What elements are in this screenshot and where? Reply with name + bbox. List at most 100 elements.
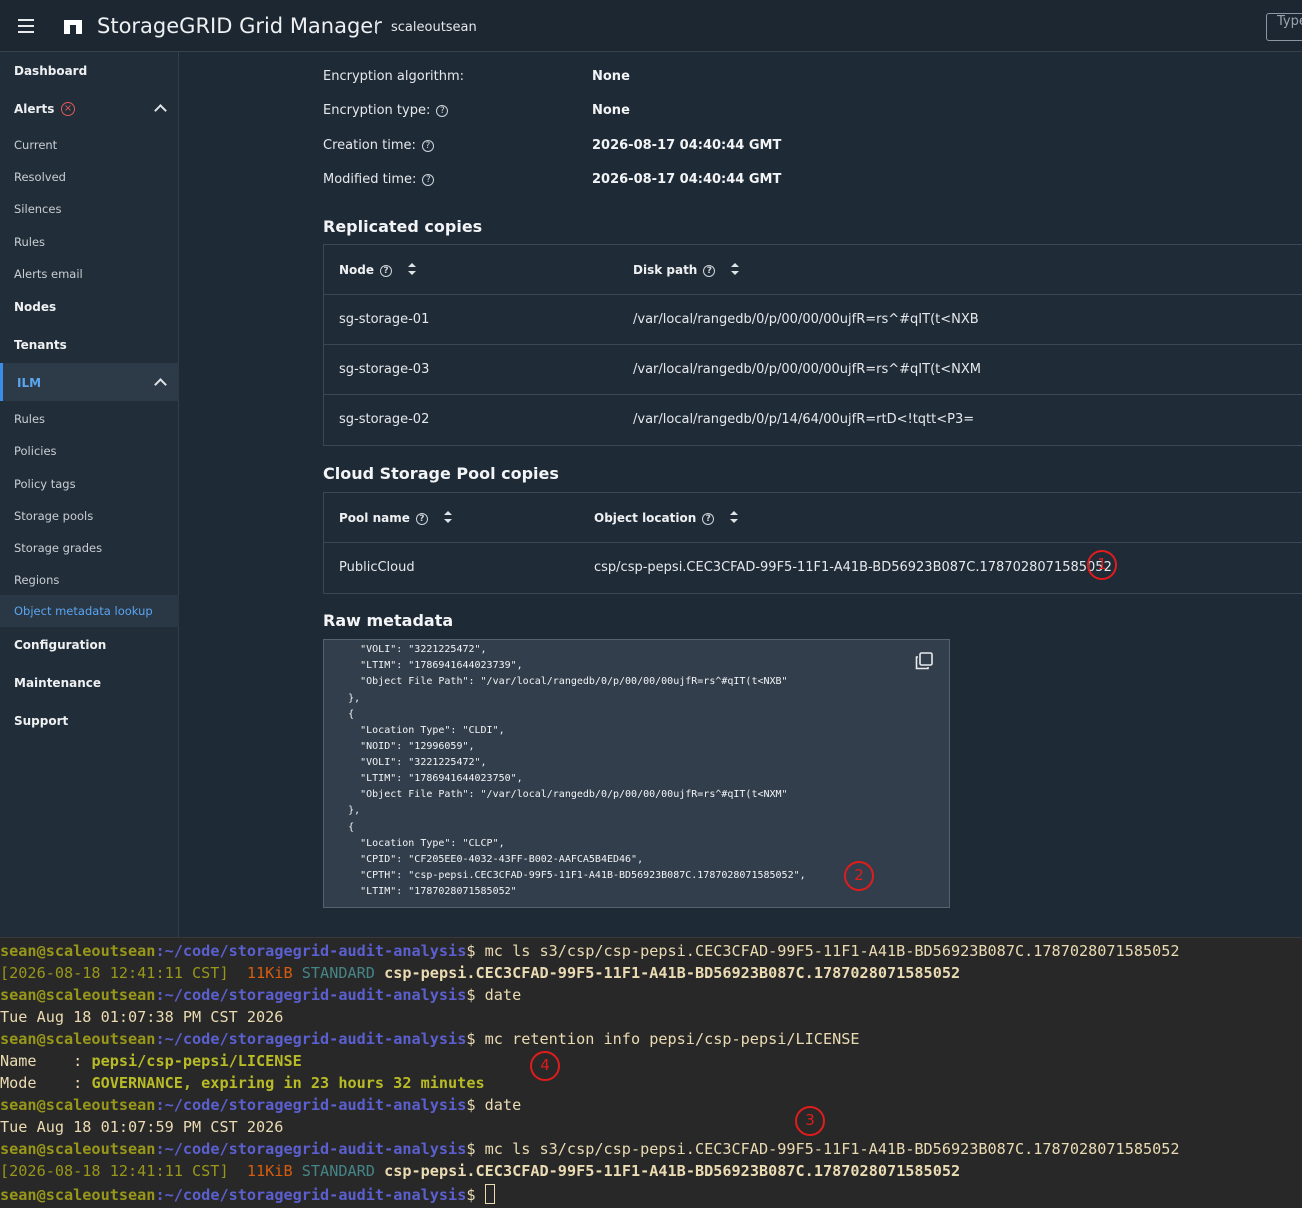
terminal-line: sean@scaleoutsean:~/code/storagegrid-aud… bbox=[0, 942, 1180, 960]
column-object-location[interactable]: Object location? bbox=[594, 511, 739, 525]
alert-error-icon: × bbox=[61, 102, 75, 116]
raw-metadata-line: }, bbox=[324, 805, 361, 816]
raw-metadata-line: "LTIM": "1786941644023739", bbox=[324, 660, 523, 671]
node-cell: sg-storage-01 bbox=[339, 312, 430, 327]
terminal-window[interactable]: sean@scaleoutsean:~/code/storagegrid-aud… bbox=[0, 937, 1302, 1208]
sidebar-item-silences[interactable]: Silences bbox=[0, 202, 179, 216]
pool-name-cell: PublicCloud bbox=[339, 560, 415, 575]
raw-metadata-line: "LTIM": "1787028071585052" bbox=[324, 886, 517, 897]
raw-metadata-line: "Object File Path": "/var/local/rangedb/… bbox=[324, 676, 788, 687]
sidebar-item-label: Alerts bbox=[14, 102, 55, 116]
annotation-marker-2: 2 bbox=[844, 861, 874, 891]
raw-metadata-title: Raw metadata bbox=[323, 611, 454, 630]
terminal-line: sean@scaleoutsean:~/code/storagegrid-aud… bbox=[0, 1096, 522, 1114]
sidebar-item-regions[interactable]: Regions bbox=[0, 573, 179, 587]
column-node[interactable]: Node? bbox=[339, 263, 417, 277]
encryption-type-value: None bbox=[592, 103, 630, 118]
menu-icon[interactable] bbox=[18, 19, 34, 33]
terminal-line: sean@scaleoutsean:~/code/storagegrid-aud… bbox=[0, 1030, 860, 1048]
disk-path-cell: /var/local/rangedb/0/p/00/00/00ujfR=rs^#… bbox=[633, 362, 981, 377]
terminal-line: Tue Aug 18 01:07:38 PM CST 2026 bbox=[0, 1008, 284, 1026]
raw-metadata-line: "VOLI": "3221225472", bbox=[324, 757, 487, 768]
table-row: sg-storage-03 /var/local/rangedb/0/p/00/… bbox=[324, 345, 1302, 395]
raw-metadata-line: { bbox=[324, 709, 355, 720]
annotation-marker-1: 1 bbox=[1087, 550, 1117, 580]
sidebar-item-current[interactable]: Current bbox=[0, 138, 179, 152]
raw-metadata-line: { bbox=[324, 822, 355, 833]
annotation-marker-3: 3 bbox=[795, 1106, 825, 1136]
sidebar: Dashboard Alerts × Current Resolved Sile… bbox=[0, 52, 179, 937]
creation-time-label: Creation time: bbox=[323, 138, 416, 153]
node-cell: sg-storage-02 bbox=[339, 412, 430, 427]
sidebar-item-object-metadata-lookup[interactable]: Object metadata lookup bbox=[0, 595, 179, 627]
sort-icon[interactable] bbox=[730, 511, 739, 523]
replicated-copies-title: Replicated copies bbox=[323, 217, 483, 236]
node-cell: sg-storage-03 bbox=[339, 362, 430, 377]
encryption-algorithm-label: Encryption algorithm: bbox=[323, 69, 465, 84]
sidebar-item-alerts[interactable]: Alerts × bbox=[0, 90, 179, 126]
chevron-up-icon[interactable] bbox=[154, 378, 167, 391]
terminal-line: sean@scaleoutsean:~/code/storagegrid-aud… bbox=[0, 1184, 495, 1206]
help-icon[interactable]: ? bbox=[421, 140, 434, 152]
raw-metadata-line: "Location Type": "CLCP", bbox=[324, 838, 505, 849]
terminal-line: Mode : GOVERNANCE, expiring in 23 hours … bbox=[0, 1074, 485, 1092]
sidebar-item-ilm-rules[interactable]: Rules bbox=[0, 412, 179, 426]
netapp-logo-icon bbox=[64, 20, 82, 34]
encryption-type-label: Encryption type: bbox=[323, 103, 431, 118]
raw-metadata-line: "CPTH": "csp-pepsi.CEC3CFAD-99F5-11F1-A4… bbox=[324, 870, 806, 881]
encryption-algorithm-value: None bbox=[592, 69, 630, 84]
help-icon[interactable]: ? bbox=[702, 513, 715, 525]
sidebar-item-maintenance[interactable]: Maintenance bbox=[0, 676, 179, 690]
copy-icon[interactable] bbox=[915, 652, 933, 670]
column-pool-name[interactable]: Pool name? bbox=[339, 511, 452, 525]
sidebar-item-storage-grades[interactable]: Storage grades bbox=[0, 541, 179, 555]
creation-time-value: 2026-08-17 04:40:44 GMT bbox=[592, 138, 782, 153]
sidebar-item-policies[interactable]: Policies bbox=[0, 444, 179, 458]
raw-metadata-line: "Location Type": "CLDI", bbox=[324, 725, 505, 736]
main-content: Encryption algorithm: None Encryption ty… bbox=[180, 52, 1302, 937]
terminal-line: sean@scaleoutsean:~/code/storagegrid-aud… bbox=[0, 1140, 1180, 1158]
sidebar-item-storage-pools[interactable]: Storage pools bbox=[0, 509, 179, 523]
modified-time-value: 2026-08-17 04:40:44 GMT bbox=[592, 172, 782, 187]
sidebar-item-tenants[interactable]: Tenants bbox=[0, 338, 179, 352]
disk-path-cell: /var/local/rangedb/0/p/00/00/00ujfR=rs^#… bbox=[633, 312, 979, 327]
table-row: PublicCloud csp/csp-pepsi.CEC3CFAD-99F5-… bbox=[324, 543, 1302, 593]
column-disk-path[interactable]: Disk path? bbox=[633, 263, 740, 277]
terminal-cursor bbox=[484, 1184, 495, 1204]
disk-path-cell: /var/local/rangedb/0/p/14/64/00ujfR=rtD<… bbox=[633, 412, 975, 427]
grid-name: scaleoutsean bbox=[391, 20, 477, 35]
sidebar-item-policy-tags[interactable]: Policy tags bbox=[0, 477, 179, 491]
sidebar-item-alerts-email[interactable]: Alerts email bbox=[0, 267, 179, 281]
sidebar-item-support[interactable]: Support bbox=[0, 714, 179, 728]
help-icon[interactable]: ? bbox=[415, 513, 428, 525]
table-header: Pool name? Object location? bbox=[324, 493, 1302, 543]
sort-icon[interactable] bbox=[408, 263, 417, 275]
raw-metadata-line: }, bbox=[324, 693, 361, 704]
help-icon[interactable]: ? bbox=[703, 265, 716, 277]
sidebar-item-rules[interactable]: Rules bbox=[0, 235, 179, 249]
terminal-line: Tue Aug 18 01:07:59 PM CST 2026 bbox=[0, 1118, 284, 1136]
sidebar-item-ilm[interactable]: ILM bbox=[0, 363, 179, 401]
sidebar-item-nodes[interactable]: Nodes bbox=[0, 300, 179, 314]
help-icon[interactable]: ? bbox=[380, 265, 393, 277]
sort-icon[interactable] bbox=[443, 511, 452, 523]
annotation-marker-4: 4 bbox=[530, 1051, 560, 1081]
raw-metadata-line: "NOID": "12996059", bbox=[324, 741, 475, 752]
terminal-line: [2026-08-18 12:41:11 CST] 11KiB STANDARD… bbox=[0, 1162, 961, 1180]
sidebar-item-configuration[interactable]: Configuration bbox=[0, 638, 179, 652]
object-location-cell: csp/csp-pepsi.CEC3CFAD-99F5-11F1-A41B-BD… bbox=[594, 560, 1112, 575]
title-divider bbox=[376, 20, 377, 34]
help-icon[interactable]: ? bbox=[422, 174, 435, 186]
search-input[interactable]: Type bbox=[1266, 13, 1302, 41]
modified-time-label: Modified time: bbox=[323, 172, 417, 187]
cloud-pool-copies-title: Cloud Storage Pool copies bbox=[323, 464, 559, 483]
sort-icon[interactable] bbox=[731, 263, 740, 275]
help-icon[interactable]: ? bbox=[436, 105, 449, 117]
terminal-line: Name : pepsi/csp-pepsi/LICENSE bbox=[0, 1052, 302, 1070]
chevron-up-icon[interactable] bbox=[154, 104, 167, 117]
creation-time-row: Creation time:? bbox=[323, 138, 434, 153]
sidebar-item-dashboard[interactable]: Dashboard bbox=[0, 64, 179, 78]
table-row: sg-storage-01 /var/local/rangedb/0/p/00/… bbox=[324, 295, 1302, 345]
sidebar-item-resolved[interactable]: Resolved bbox=[0, 170, 179, 184]
terminal-line: [2026-08-18 12:41:11 CST] 11KiB STANDARD… bbox=[0, 964, 961, 982]
